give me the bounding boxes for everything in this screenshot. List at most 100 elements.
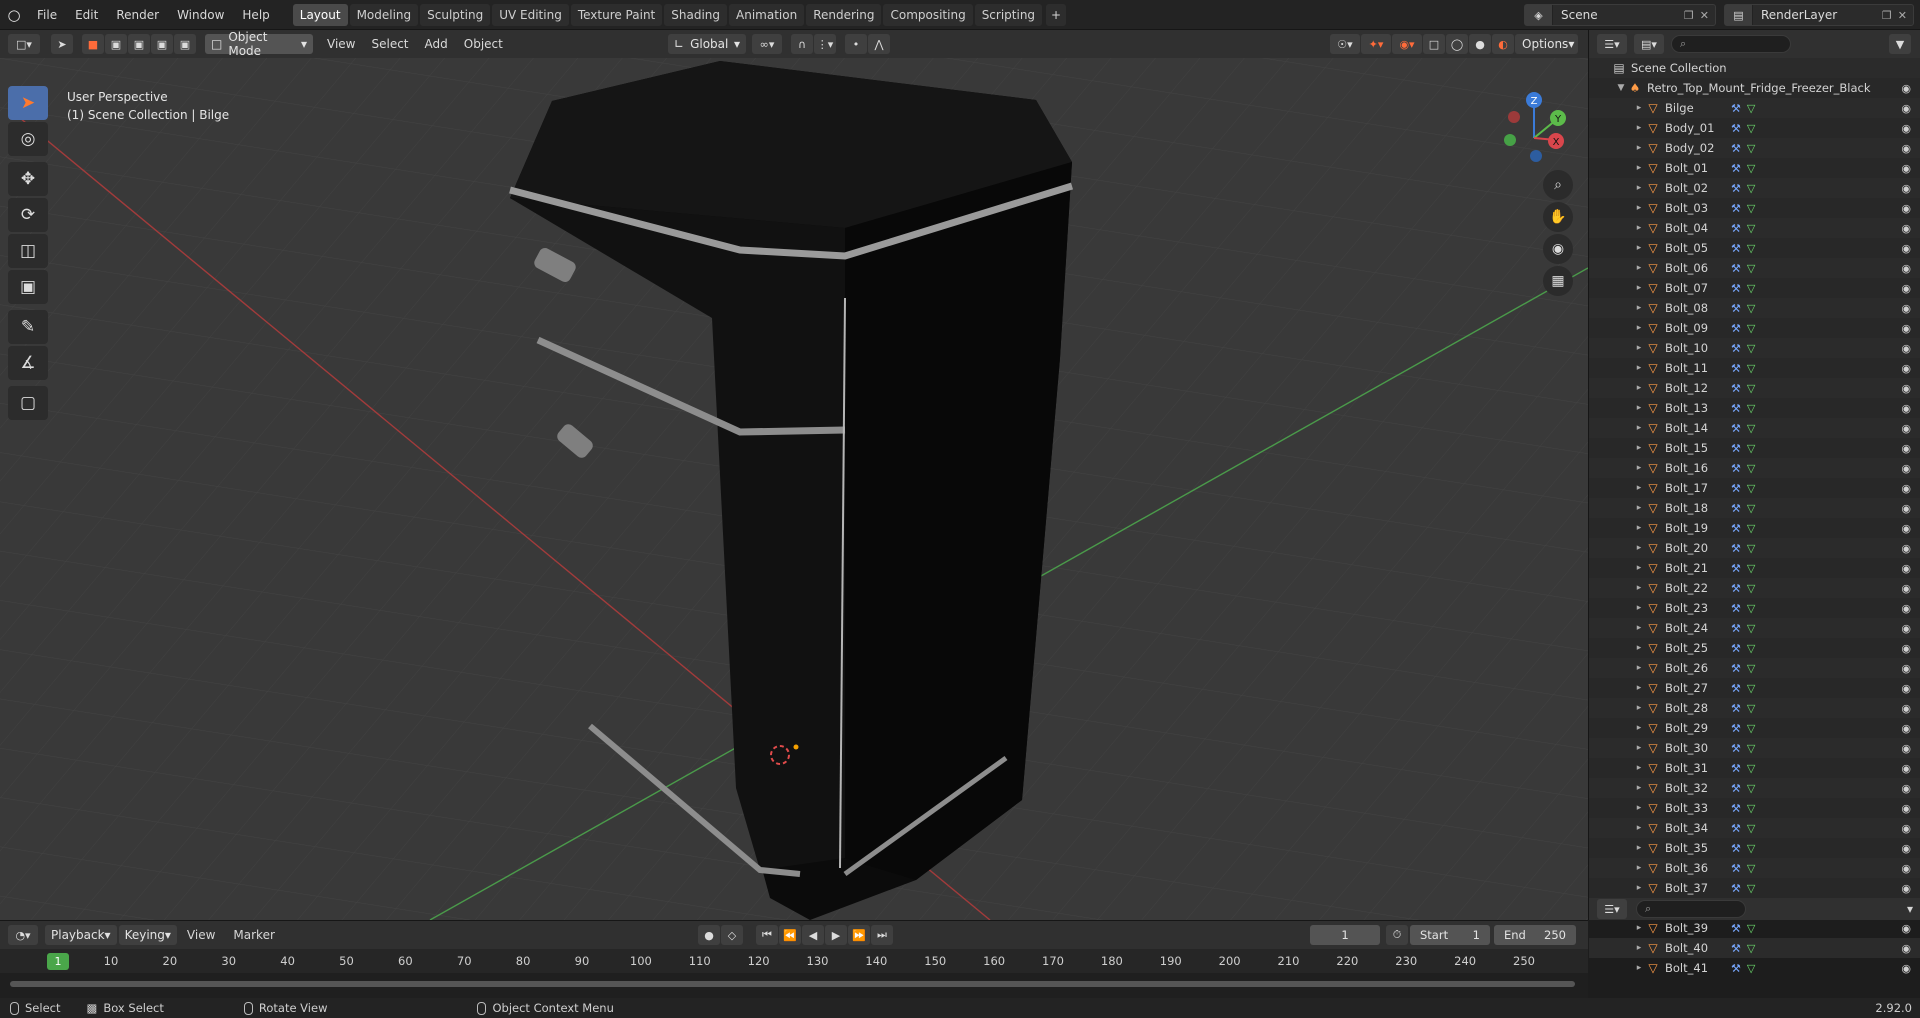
modifier-wrench-icon[interactable]: ⚒: [1731, 802, 1741, 815]
outliner-item-name[interactable]: Bolt_36: [1665, 861, 1725, 875]
modifier-wrench-icon[interactable]: ⚒: [1731, 402, 1741, 415]
outliner-row[interactable]: ▸ ▽ Bolt_02 ⚒ ▽ ◉: [1589, 178, 1920, 198]
outliner-item-name[interactable]: Bolt_37: [1665, 881, 1725, 895]
mesh-data-icon[interactable]: ▽: [1747, 842, 1755, 855]
visibility-eye-icon[interactable]: ◉: [1901, 862, 1911, 875]
outliner-item-name[interactable]: Bolt_08: [1665, 301, 1725, 315]
modifier-wrench-icon[interactable]: ⚒: [1731, 482, 1741, 495]
visibility-eye-icon[interactable]: ◉: [1901, 262, 1911, 275]
viewport-menu-select[interactable]: Select: [363, 37, 416, 51]
visibility-eye-icon[interactable]: ◉: [1901, 662, 1911, 675]
expand-right-icon[interactable]: ▸: [1633, 323, 1645, 333]
editor-type-icon[interactable]: □▾: [8, 34, 40, 54]
modifier-wrench-icon[interactable]: ⚒: [1731, 302, 1741, 315]
outliner-item-name[interactable]: Bolt_21: [1665, 561, 1725, 575]
visibility-eye-icon[interactable]: ◉: [1901, 422, 1911, 435]
outliner-editor-type-icon[interactable]: ☰▾: [1597, 34, 1627, 54]
outliner-item-name[interactable]: Bolt_12: [1665, 381, 1725, 395]
mesh-data-icon[interactable]: ▽: [1747, 822, 1755, 835]
visibility-eye-icon[interactable]: ◉: [1901, 222, 1911, 235]
outliner-row[interactable]: ▸ ▽ Bolt_34 ⚒ ▽ ◉: [1589, 818, 1920, 838]
overlay-toggle-icon[interactable]: ◉▾: [1392, 34, 1422, 54]
visibility-eye-icon[interactable]: ◉: [1901, 762, 1911, 775]
outliner-row[interactable]: ▸ ▽ Bolt_12 ⚒ ▽ ◉: [1589, 378, 1920, 398]
visibility-eye-icon[interactable]: ◉: [1901, 922, 1911, 935]
visibility-eye-icon[interactable]: ◉: [1901, 242, 1911, 255]
mesh-data-icon[interactable]: ▽: [1747, 242, 1755, 255]
expand-right-icon[interactable]: ▸: [1633, 603, 1645, 613]
visibility-eye-icon[interactable]: ◉: [1901, 82, 1911, 95]
modifier-wrench-icon[interactable]: ⚒: [1731, 542, 1741, 555]
expand-right-icon[interactable]: ▸: [1633, 183, 1645, 193]
scale-tool-icon[interactable]: ◫: [8, 234, 48, 268]
options-dropdown[interactable]: Options ▾: [1516, 34, 1578, 54]
scene-name[interactable]: Scene: [1553, 8, 1684, 22]
outliner-row[interactable]: ▸ ▽ Bolt_26 ⚒ ▽ ◉: [1589, 658, 1920, 678]
outliner-row[interactable]: ▸ ▽ Bilge ⚒ ▽ ◉: [1589, 98, 1920, 118]
mesh-data-icon[interactable]: ▽: [1747, 422, 1755, 435]
modifier-wrench-icon[interactable]: ⚒: [1731, 582, 1741, 595]
modifier-wrench-icon[interactable]: ⚒: [1731, 922, 1741, 935]
visibility-eye-icon[interactable]: ◉: [1901, 442, 1911, 455]
modifier-wrench-icon[interactable]: ⚒: [1731, 362, 1741, 375]
outliner-item-name[interactable]: Bolt_41: [1665, 961, 1725, 975]
viewport-menu-add[interactable]: Add: [417, 37, 456, 51]
expand-right-icon[interactable]: ▸: [1633, 663, 1645, 673]
outliner-item-name[interactable]: Body_02: [1665, 141, 1725, 155]
visibility-eye-icon[interactable]: ◉: [1901, 342, 1911, 355]
modifier-wrench-icon[interactable]: ⚒: [1731, 342, 1741, 355]
mesh-data-icon[interactable]: ▽: [1747, 482, 1755, 495]
visibility-eye-icon[interactable]: ◉: [1901, 522, 1911, 535]
jump-start-icon[interactable]: ⏮: [756, 925, 778, 945]
modifier-wrench-icon[interactable]: ⚒: [1731, 162, 1741, 175]
outliner-row[interactable]: ▸ ▽ Body_01 ⚒ ▽ ◉: [1589, 118, 1920, 138]
timeline-menu-playback[interactable]: Playback ▾: [45, 925, 117, 945]
add-workspace-button[interactable]: +: [1046, 3, 1067, 26]
mesh-data-icon[interactable]: ▽: [1747, 402, 1755, 415]
outliner-item-name[interactable]: Bolt_05: [1665, 241, 1725, 255]
scene-collection-row[interactable]: ▤ Scene Collection: [1589, 58, 1920, 78]
mesh-data-icon[interactable]: ▽: [1747, 562, 1755, 575]
visibility-eye-icon[interactable]: ◉: [1901, 582, 1911, 595]
expand-right-icon[interactable]: ▸: [1633, 463, 1645, 473]
tab-layout[interactable]: Layout: [292, 3, 348, 26]
expand-right-icon[interactable]: ▸: [1633, 863, 1645, 873]
3d-viewport[interactable]: Z Y X ➤ ◎ ✥ ⟳ ◫ ▣ ✎ ∡ ▢ User Perspective…: [0, 58, 1588, 920]
outliner-row[interactable]: ▸ ▽ Bolt_09 ⚒ ▽ ◉: [1589, 318, 1920, 338]
expand-right-icon[interactable]: ▸: [1633, 623, 1645, 633]
tab-animation[interactable]: Animation: [729, 3, 805, 26]
mesh-data-icon[interactable]: ▽: [1747, 122, 1755, 135]
modifier-wrench-icon[interactable]: ⚒: [1731, 242, 1741, 255]
mode-dropdown[interactable]: □ Object Mode ▾: [205, 30, 313, 58]
visibility-eye-icon[interactable]: ◉: [1901, 882, 1911, 895]
expand-right-icon[interactable]: ▸: [1633, 223, 1645, 233]
outliner-search-input[interactable]: ⌕: [1671, 35, 1791, 53]
outliner-item-name[interactable]: Bolt_15: [1665, 441, 1725, 455]
viewport-menu-view[interactable]: View: [319, 37, 363, 51]
record-icon[interactable]: ●: [698, 925, 720, 945]
modifier-wrench-icon[interactable]: ⚒: [1731, 282, 1741, 295]
outliner-item-name[interactable]: Bolt_16: [1665, 461, 1725, 475]
expand-right-icon[interactable]: ▸: [1633, 243, 1645, 253]
visibility-eye-icon[interactable]: ◉: [1901, 462, 1911, 475]
outliner-row[interactable]: ▸ ▽ Bolt_21 ⚒ ▽ ◉: [1589, 558, 1920, 578]
properties-editor-icon[interactable]: ☰▾: [1597, 899, 1627, 919]
outliner-item-name[interactable]: Bolt_29: [1665, 721, 1725, 735]
wireframe-shading-icon[interactable]: ◯: [1446, 34, 1468, 54]
menu-file[interactable]: File: [28, 0, 66, 30]
outliner-row[interactable]: ▸ ▽ Bolt_27 ⚒ ▽ ◉: [1589, 678, 1920, 698]
timeline-scrollbar[interactable]: [10, 981, 1575, 987]
mesh-data-icon[interactable]: ▽: [1747, 502, 1755, 515]
visibility-eye-icon[interactable]: ◉: [1901, 782, 1911, 795]
outliner-row[interactable]: ▸ ▽ Bolt_31 ⚒ ▽ ◉: [1589, 758, 1920, 778]
expand-right-icon[interactable]: ▸: [1633, 303, 1645, 313]
outliner-item-name[interactable]: Retro_Top_Mount_Fridge_Freezer_Black: [1647, 81, 1871, 95]
outliner-item-name[interactable]: Bolt_03: [1665, 201, 1725, 215]
modifier-wrench-icon[interactable]: ⚒: [1731, 662, 1741, 675]
outliner-row[interactable]: ▸ ▽ Bolt_30 ⚒ ▽ ◉: [1589, 738, 1920, 758]
mesh-data-icon[interactable]: ▽: [1747, 462, 1755, 475]
outliner-item-name[interactable]: Bolt_10: [1665, 341, 1725, 355]
visibility-eye-icon[interactable]: ◉: [1901, 722, 1911, 735]
expand-right-icon[interactable]: ▸: [1633, 843, 1645, 853]
outliner-item-name[interactable]: Bolt_13: [1665, 401, 1725, 415]
